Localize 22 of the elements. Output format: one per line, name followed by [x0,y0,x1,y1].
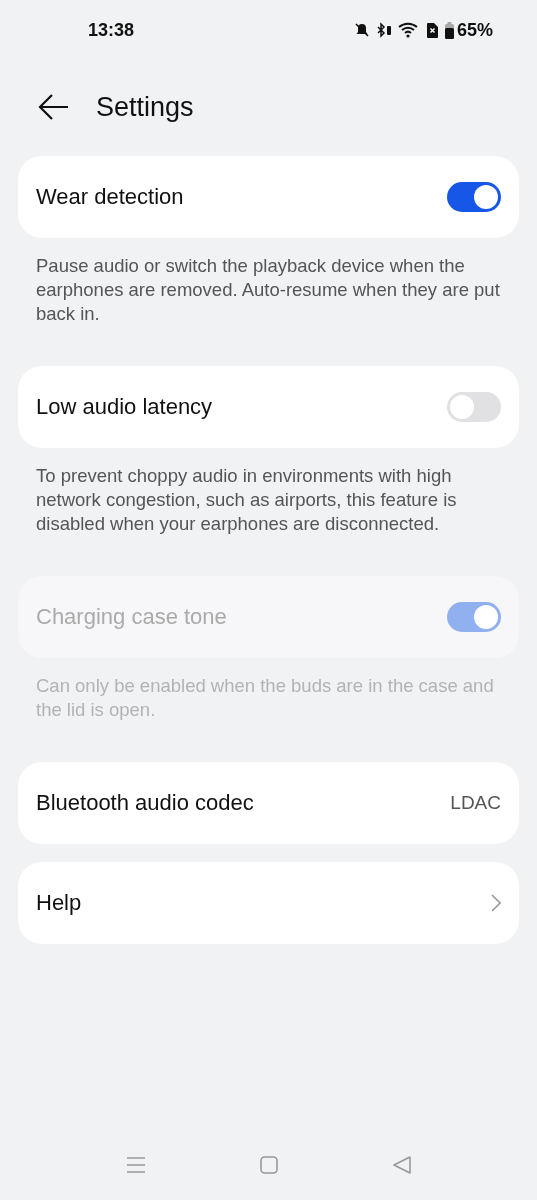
wifi-icon [397,22,420,38]
battery-icon [444,21,454,39]
toggle-switch[interactable] [447,182,501,212]
settings-row[interactable]: Low audio latency [18,366,519,448]
bluetooth-icon [375,22,392,38]
toggle-switch[interactable] [447,392,501,422]
setting-description: To prevent choppy audio in environments with high network congestion, such as airports, this feature is disabled when your earphones are disconnected. [36,464,458,536]
menu-icon[interactable] [125,1155,146,1175]
battery-percent: 65% [456,19,493,41]
setting-description: Pause audio or switch the playback device when the earphones are removed. Auto-resume when they are put back in. [36,254,501,326]
settings-row[interactable]: Bluetooth audio codec LDAC [18,762,519,844]
settings-row[interactable]: Wear detection [18,156,519,238]
setting-description: Can only be enabled when the buds are in the case and the lid is open. [36,674,495,722]
bell-muted-icon [353,22,370,38]
sim-card-icon [425,21,439,39]
home-icon[interactable] [258,1155,279,1175]
status-time: 13:38 [88,19,135,41]
back-arrow-icon[interactable] [38,93,70,121]
back-icon[interactable] [391,1155,412,1175]
settings-row[interactable]: Help [18,862,519,944]
chevron-right-icon [491,894,501,912]
page-title: Settings [96,91,194,123]
